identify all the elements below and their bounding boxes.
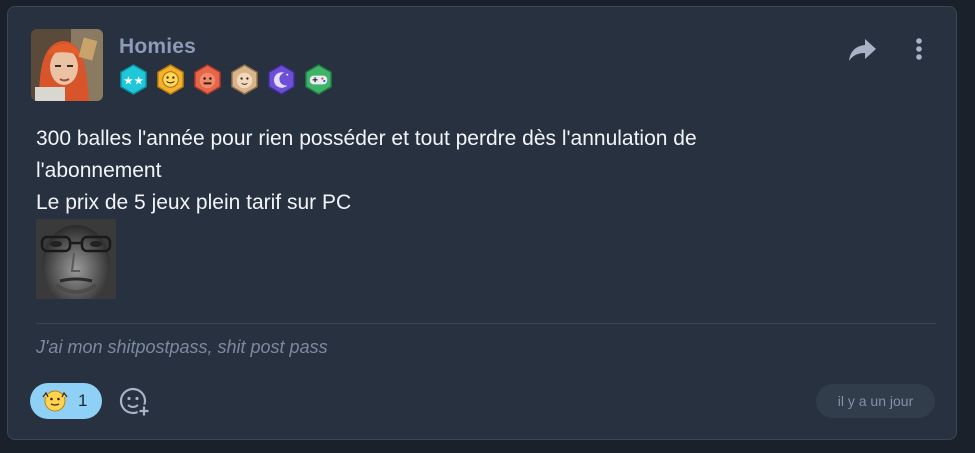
post-text-line: 300 balles l'année pour rien posséder et… xyxy=(36,127,697,150)
share-button[interactable] xyxy=(846,35,880,65)
post-card: Homies ★★ 300 balles l'année pour rien p… xyxy=(7,6,957,440)
post-body: 300 balles l'année pour rien posséder et… xyxy=(36,123,916,219)
vertical-dots-icon xyxy=(916,38,922,60)
shrug-face-icon xyxy=(42,390,68,412)
reaction-button[interactable]: 1 xyxy=(30,383,102,419)
share-arrow-icon xyxy=(849,39,876,61)
fire-face-badge-icon[interactable] xyxy=(192,64,223,95)
more-options-button[interactable] xyxy=(908,35,930,65)
badge-list: ★★ xyxy=(118,64,334,95)
reaction-count: 1 xyxy=(78,391,88,410)
user-signature: J'ai mon shitpostpass, shit post pass xyxy=(36,337,328,357)
author-avatar[interactable] xyxy=(31,29,103,101)
smile-badge-icon[interactable] xyxy=(155,64,186,95)
stars-badge-icon[interactable]: ★★ xyxy=(118,64,149,95)
add-emoji-icon xyxy=(119,387,151,418)
svg-text:★★: ★★ xyxy=(123,73,144,87)
author-name[interactable]: Homies xyxy=(119,35,196,59)
gamepad-badge-icon[interactable] xyxy=(303,64,334,95)
baby-face-badge-icon[interactable] xyxy=(229,64,260,95)
signature-divider xyxy=(36,323,936,324)
post-timestamp[interactable]: il y a un jour xyxy=(816,384,935,418)
post-text-line: Le prix de 5 jeux plein tarif sur PC xyxy=(36,191,352,214)
post-text-line: l'abonnement xyxy=(36,159,162,182)
moon-badge-icon[interactable] xyxy=(266,64,297,95)
add-reaction-button[interactable] xyxy=(118,385,152,419)
post-image[interactable] xyxy=(36,219,116,299)
